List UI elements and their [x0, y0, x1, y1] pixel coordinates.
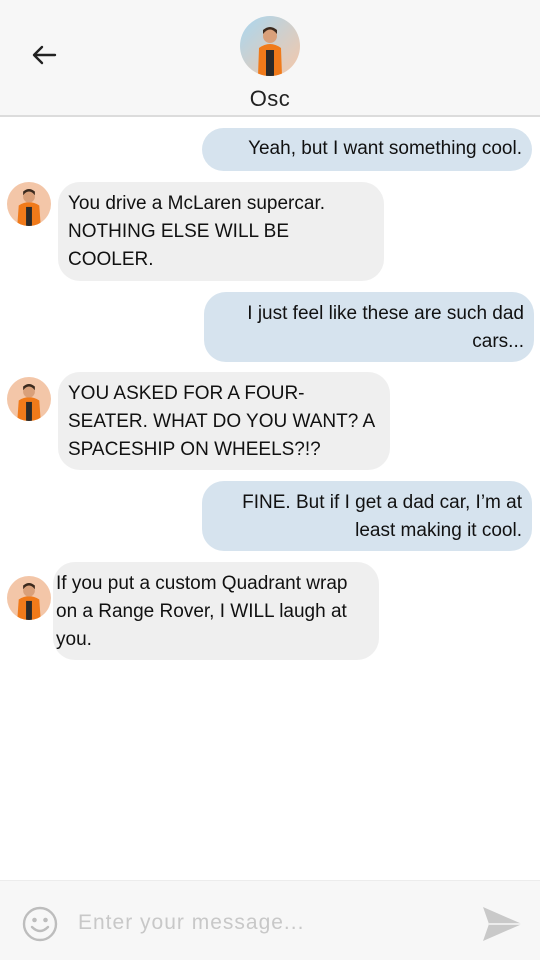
contact-name: Osc [249, 86, 291, 111]
message-text: I just feel like these are such dad cars… [247, 303, 524, 352]
message-text: You drive a McLaren supercar. NOTHING EL… [68, 193, 326, 270]
arrow-left-icon [32, 45, 57, 65]
message-bubble-sent: FINE. But if I get a dad car, I’m at lea… [202, 481, 532, 551]
sender-avatar[interactable] [7, 576, 51, 620]
message-bubble-received: You drive a McLaren supercar. NOTHING EL… [58, 182, 384, 281]
contact-avatar[interactable] [240, 16, 300, 76]
sender-avatar[interactable] [7, 182, 51, 226]
message-bubble-sent: I just feel like these are such dad cars… [204, 292, 534, 362]
message-bubble-received: YOU ASKED FOR A FOUR-SEATER. WHAT DO YOU… [58, 372, 390, 470]
send-button[interactable] [480, 904, 524, 944]
back-button[interactable] [26, 38, 62, 72]
sender-avatar[interactable] [7, 377, 51, 421]
smiley-icon [22, 906, 58, 942]
message-input-bar [0, 880, 540, 960]
chat-header: Osc [0, 0, 540, 117]
message-bubble-received: If you put a custom Quadrant wrap on a R… [53, 562, 379, 660]
message-bubble-sent: Yeah, but I want something cool. [202, 128, 532, 171]
message-text: If you put a custom Quadrant wrap on a R… [56, 573, 348, 650]
message-text: FINE. But if I get a dad car, I’m at lea… [242, 492, 522, 541]
message-input[interactable] [78, 903, 458, 943]
message-text: YOU ASKED FOR A FOUR-SEATER. WHAT DO YOU… [68, 383, 375, 460]
send-icon [483, 907, 522, 941]
emoji-button[interactable] [22, 906, 58, 942]
message-text: Yeah, but I want something cool. [248, 138, 522, 159]
